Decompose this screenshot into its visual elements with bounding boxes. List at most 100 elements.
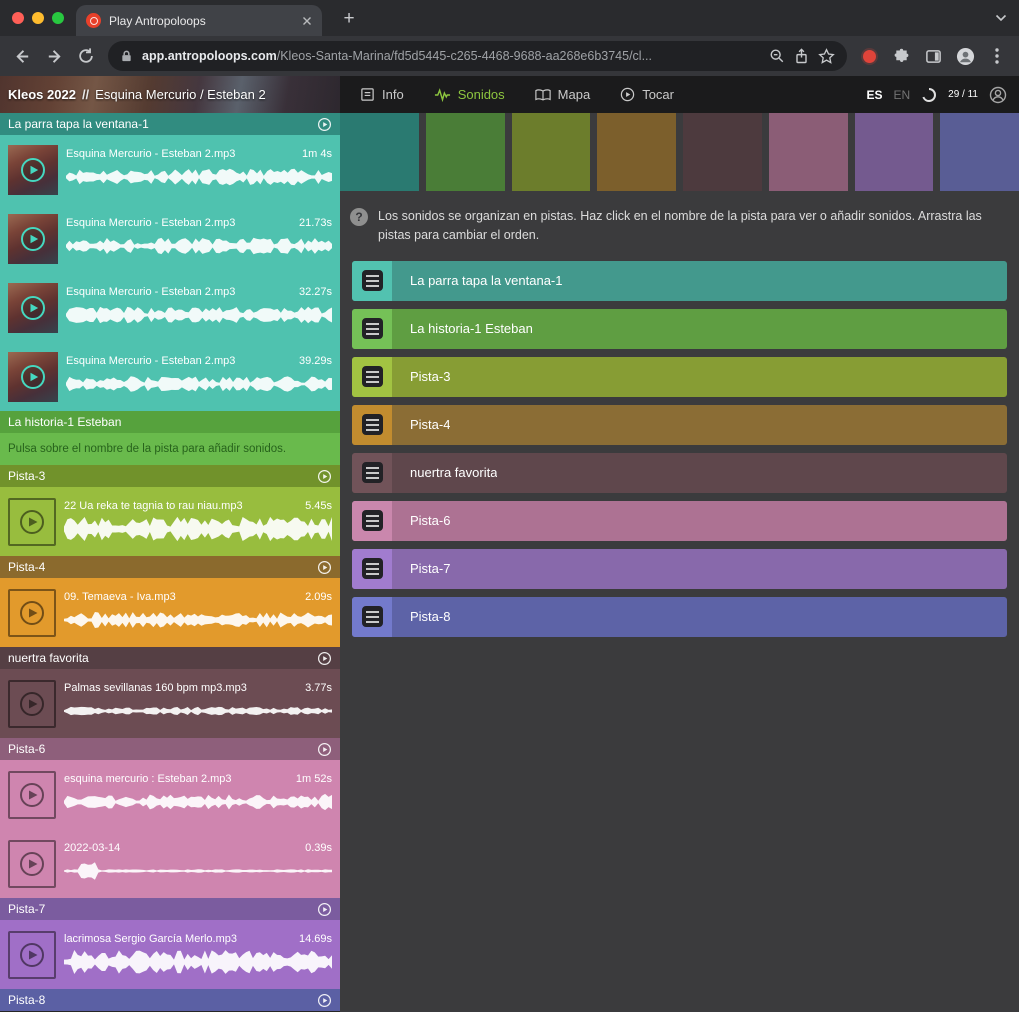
address-bar[interactable]: app.antropoloops.com/Kleos-Santa-Marina/… bbox=[108, 41, 847, 71]
lock-icon[interactable] bbox=[120, 49, 133, 63]
user-account-icon[interactable] bbox=[989, 86, 1007, 104]
track-swatch[interactable] bbox=[940, 113, 1019, 191]
track-row[interactable]: Pista-6 bbox=[352, 501, 1007, 541]
sidebar-track-header[interactable]: La parra tapa la ventana-1 bbox=[0, 113, 340, 135]
audio-clip[interactable]: Esquina Mercurio - Esteban 2.mp332.27s bbox=[0, 273, 340, 342]
recording-extension-icon[interactable] bbox=[853, 40, 885, 72]
side-panel-icon[interactable] bbox=[917, 40, 949, 72]
audio-clip[interactable]: esquina mercurio : Esteban 2.mp31m 52s bbox=[0, 760, 340, 829]
audio-clip[interactable]: lacrimosa Sergio García Merlo.mp314.69s bbox=[0, 920, 340, 989]
clip-play-button[interactable] bbox=[8, 589, 56, 637]
track-play-icon[interactable] bbox=[317, 117, 332, 132]
session-title: Esquina Mercurio / Esteban 2 bbox=[95, 87, 266, 102]
lang-es[interactable]: ES bbox=[866, 88, 882, 102]
track-row[interactable]: Pista-8 bbox=[352, 597, 1007, 637]
clip-play-button[interactable] bbox=[8, 840, 56, 888]
clip-thumbnail[interactable] bbox=[8, 352, 58, 402]
sidebar-track-header[interactable]: Pista-4 bbox=[0, 556, 340, 578]
clip-duration: 0.39s bbox=[305, 842, 332, 854]
track-row[interactable]: La historia-1 Esteban bbox=[352, 309, 1007, 349]
sidebar-track-header[interactable]: Pista-7 bbox=[0, 898, 340, 920]
zoom-window-button[interactable] bbox=[52, 12, 64, 24]
clip-waveform bbox=[66, 163, 332, 191]
nav-tocar[interactable]: Tocar bbox=[620, 87, 674, 102]
close-window-button[interactable] bbox=[12, 12, 24, 24]
sidebar-track-header[interactable]: La historia-1 Esteban bbox=[0, 411, 340, 433]
clip-play-button[interactable] bbox=[8, 771, 56, 819]
tab-search-chevron-icon[interactable] bbox=[995, 14, 1007, 22]
tab-close-icon[interactable] bbox=[302, 16, 312, 26]
clip-play-button[interactable] bbox=[8, 680, 56, 728]
track-play-icon[interactable] bbox=[317, 993, 332, 1008]
sidebar-track-section: Pista-4 09. Temaeva - Iva.mp32.09s bbox=[0, 556, 340, 647]
track-swatch[interactable] bbox=[340, 113, 419, 191]
reload-icon[interactable] bbox=[70, 40, 102, 72]
clip-waveform bbox=[66, 370, 332, 398]
sidebar-track-header[interactable]: nuertra favorita bbox=[0, 647, 340, 669]
browser-menu-icon[interactable] bbox=[981, 40, 1013, 72]
lang-en[interactable]: EN bbox=[893, 88, 910, 102]
extensions-puzzle-icon[interactable] bbox=[885, 40, 917, 72]
clip-play-button[interactable] bbox=[8, 931, 56, 979]
drag-handle[interactable] bbox=[352, 597, 392, 637]
drag-handle[interactable] bbox=[352, 501, 392, 541]
drag-handle[interactable] bbox=[352, 549, 392, 589]
audio-clip[interactable]: Esquina Mercurio - Esteban 2.mp321.73s bbox=[0, 204, 340, 273]
nav-mapa[interactable]: Mapa bbox=[535, 87, 591, 102]
track-row-label: Pista-7 bbox=[392, 561, 450, 576]
track-swatch[interactable] bbox=[769, 113, 848, 191]
browser-tab[interactable]: Play Antropoloops bbox=[76, 5, 322, 36]
track-row[interactable]: Pista-3 bbox=[352, 357, 1007, 397]
drag-handle[interactable] bbox=[352, 405, 392, 445]
map-icon bbox=[535, 88, 551, 102]
nav-info[interactable]: Info bbox=[360, 87, 404, 102]
clip-thumbnail[interactable] bbox=[8, 214, 58, 264]
track-play-icon[interactable] bbox=[317, 560, 332, 575]
bookmark-star-icon[interactable] bbox=[818, 48, 835, 65]
track-row[interactable]: La parra tapa la ventana-1 bbox=[352, 261, 1007, 301]
clip-thumbnail[interactable] bbox=[8, 145, 58, 195]
sidebar-track-header[interactable]: Pista-6 bbox=[0, 738, 340, 760]
sidebar-track-header[interactable]: Pista-8 bbox=[0, 989, 340, 1011]
drag-handle-icon bbox=[362, 510, 383, 531]
nav-sonidos[interactable]: Sonidos bbox=[434, 87, 505, 102]
drag-handle[interactable] bbox=[352, 261, 392, 301]
track-swatch[interactable] bbox=[512, 113, 591, 191]
url-text[interactable]: app.antropoloops.com/Kleos-Santa-Marina/… bbox=[142, 49, 760, 63]
track-play-icon[interactable] bbox=[317, 902, 332, 917]
project-name[interactable]: Kleos 2022 bbox=[8, 87, 76, 102]
track-swatch[interactable] bbox=[855, 113, 934, 191]
page-zoom-icon[interactable] bbox=[769, 48, 785, 64]
new-tab-button[interactable]: + bbox=[336, 5, 362, 32]
track-play-icon[interactable] bbox=[317, 742, 332, 757]
track-row[interactable]: nuertra favorita bbox=[352, 453, 1007, 493]
sidebar-track-header[interactable]: Pista-3 bbox=[0, 465, 340, 487]
audio-clip[interactable]: 2022-03-140.39s bbox=[0, 829, 340, 898]
sidebar-track-section: Pista-7 lacrimosa Sergio García Merlo.mp… bbox=[0, 898, 340, 989]
profile-avatar-icon[interactable] bbox=[949, 40, 981, 72]
url-domain: app.antropoloops.com bbox=[142, 49, 277, 63]
sidebar-track-section: nuertra favorita Palmas sevillanas 160 b… bbox=[0, 647, 340, 738]
drag-handle[interactable] bbox=[352, 453, 392, 493]
back-icon[interactable] bbox=[6, 40, 38, 72]
track-play-icon[interactable] bbox=[317, 469, 332, 484]
track-swatch[interactable] bbox=[597, 113, 676, 191]
track-swatch[interactable] bbox=[426, 113, 505, 191]
audio-clip[interactable]: 09. Temaeva - Iva.mp32.09s bbox=[0, 578, 340, 647]
clip-thumbnail[interactable] bbox=[8, 283, 58, 333]
drag-handle[interactable] bbox=[352, 309, 392, 349]
clip-play-button[interactable] bbox=[8, 498, 56, 546]
track-swatch[interactable] bbox=[683, 113, 762, 191]
audio-clip[interactable]: Esquina Mercurio - Esteban 2.mp31m 4s bbox=[0, 135, 340, 204]
minimize-window-button[interactable] bbox=[32, 12, 44, 24]
forward-icon[interactable] bbox=[38, 40, 70, 72]
share-icon[interactable] bbox=[794, 48, 809, 65]
clip-filename: Esquina Mercurio - Esteban 2.mp3 bbox=[66, 286, 235, 298]
track-row[interactable]: Pista-4 bbox=[352, 405, 1007, 445]
track-play-icon[interactable] bbox=[317, 651, 332, 666]
audio-clip[interactable]: 22 Ua reka te tagnia to rau niau.mp35.45… bbox=[0, 487, 340, 556]
track-row[interactable]: Pista-7 bbox=[352, 549, 1007, 589]
drag-handle[interactable] bbox=[352, 357, 392, 397]
audio-clip[interactable]: Palmas sevillanas 160 bpm mp3.mp33.77s bbox=[0, 669, 340, 738]
audio-clip[interactable]: Esquina Mercurio - Esteban 2.mp339.29s bbox=[0, 342, 340, 411]
